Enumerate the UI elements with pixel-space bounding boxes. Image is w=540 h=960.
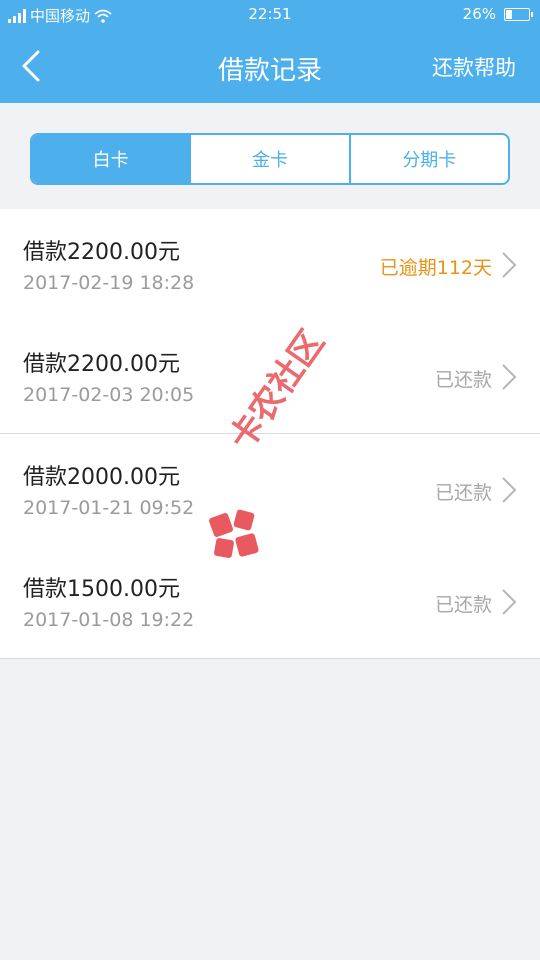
loan-status: 已还款 <box>434 594 492 616</box>
loan-group: 借款2000.00元 2017-01-21 09:52 已还款 借款1500.0… <box>0 434 540 659</box>
loan-amount: 借款2000.00元 <box>23 465 180 490</box>
chevron-right-icon <box>502 589 517 615</box>
status-time: 22:51 <box>248 5 292 23</box>
nav-bar: 借款记录 还款帮助 <box>0 28 540 103</box>
loan-item[interactable]: 借款2200.00元 2017-02-19 18:28 已逾期112天 <box>0 209 540 321</box>
battery-icon <box>504 7 533 21</box>
loan-list: 借款2200.00元 2017-02-19 18:28 已逾期112天 借款22… <box>0 209 540 659</box>
loan-amount: 借款2200.00元 <box>23 240 180 265</box>
chevron-right-icon <box>502 364 517 390</box>
tab-area: 白卡 金卡 分期卡 <box>0 103 540 209</box>
tab-gold-card[interactable]: 金卡 <box>189 135 348 183</box>
loan-date: 2017-02-03 20:05 <box>23 384 195 406</box>
loan-date: 2017-01-08 19:22 <box>23 609 195 631</box>
loan-date: 2017-01-21 09:52 <box>23 497 195 519</box>
tab-installment-card[interactable]: 分期卡 <box>348 135 508 183</box>
loan-date: 2017-02-19 18:28 <box>23 272 195 294</box>
battery-fill <box>506 9 513 19</box>
status-right: 26% <box>462 5 533 23</box>
status-bar: 中国移动 22:51 26% <box>0 0 540 28</box>
loan-item[interactable]: 借款2200.00元 2017-02-03 20:05 已还款 <box>0 321 540 433</box>
app-header: 中国移动 22:51 26% 借款记录 还款帮助 <box>0 0 540 103</box>
loan-status: 已逾期112天 <box>379 257 492 279</box>
loan-item[interactable]: 借款1500.00元 2017-01-08 19:22 已还款 <box>0 546 540 658</box>
card-type-tabs: 白卡 金卡 分期卡 <box>30 133 510 185</box>
loan-amount: 借款1500.00元 <box>23 577 180 602</box>
loan-amount: 借款2200.00元 <box>23 352 180 377</box>
chevron-right-icon <box>502 252 517 278</box>
repayment-help-link[interactable]: 还款帮助 <box>432 52 516 82</box>
tab-white-card[interactable]: 白卡 <box>32 135 190 183</box>
chevron-right-icon <box>502 477 517 503</box>
loan-group: 借款2200.00元 2017-02-19 18:28 已逾期112天 借款22… <box>0 209 540 434</box>
loan-status: 已还款 <box>434 482 492 504</box>
battery-percent: 26% <box>462 5 496 23</box>
loan-item[interactable]: 借款2000.00元 2017-01-21 09:52 已还款 <box>0 434 540 546</box>
loan-status: 已还款 <box>434 369 492 391</box>
